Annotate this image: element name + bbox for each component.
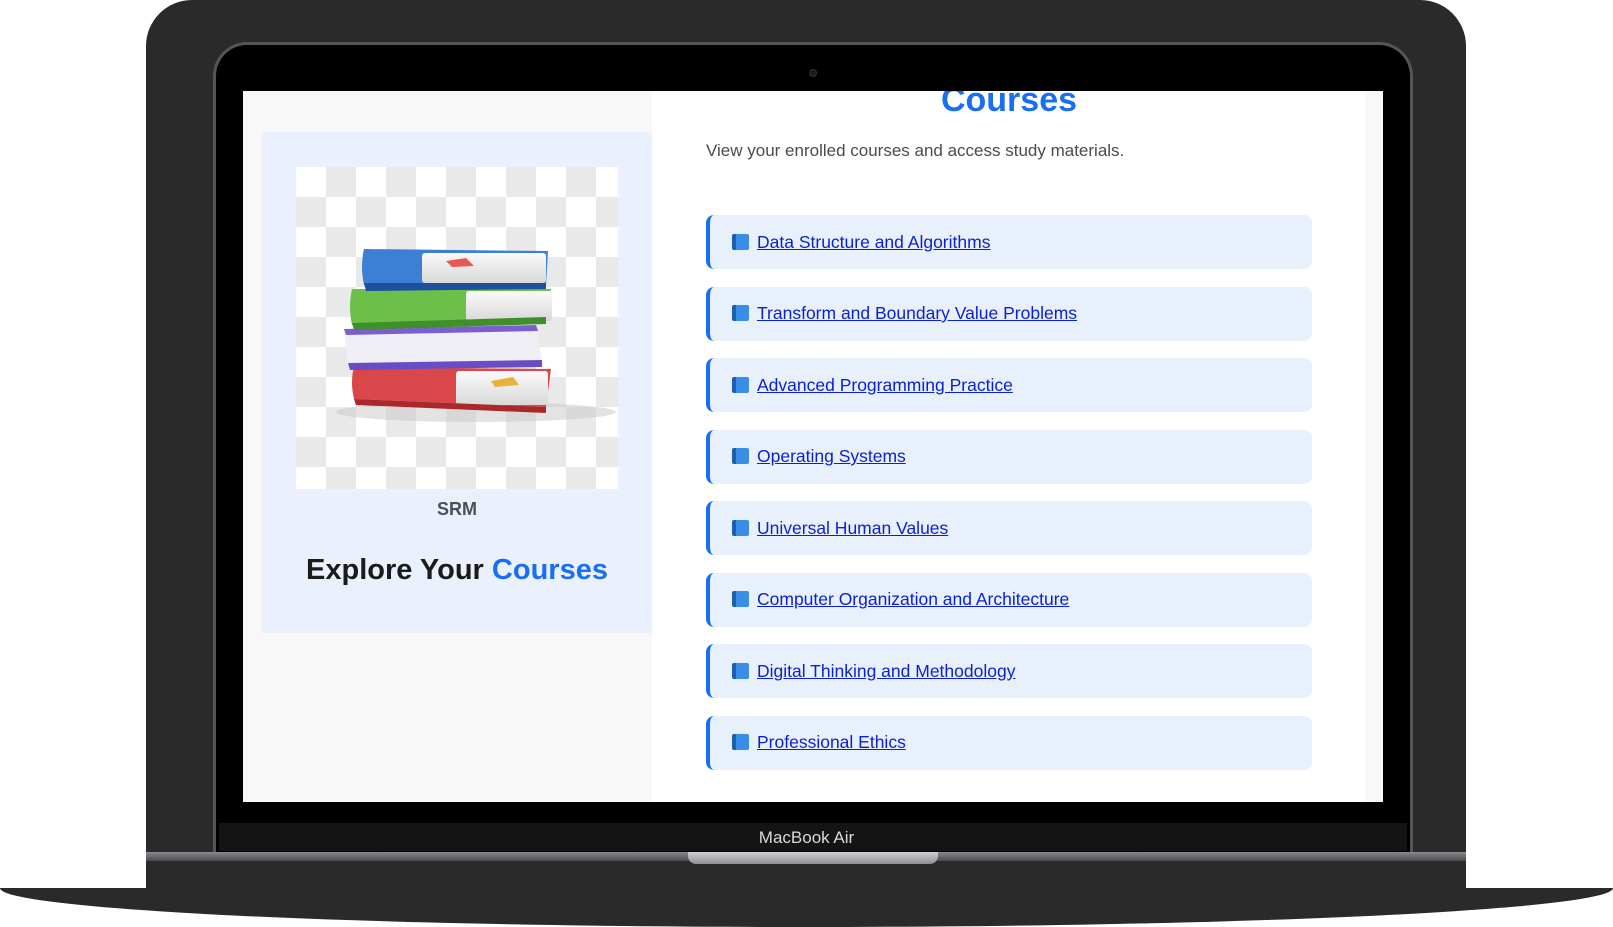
- logo-caption: SRM: [437, 499, 477, 519]
- sidebar-card: SRM Explore Your Courses: [261, 132, 653, 633]
- scroll-gutter: [1365, 91, 1383, 802]
- course-item: Advanced Programming Practice: [706, 358, 1312, 412]
- book-icon: [732, 591, 749, 607]
- book-icon: [732, 448, 749, 464]
- laptop-mockup: SRM Explore Your Courses Courses View yo…: [0, 0, 1613, 927]
- camera-icon: [809, 69, 817, 77]
- explore-prefix: Explore Your: [306, 554, 484, 586]
- course-item: Universal Human Values: [706, 501, 1312, 555]
- course-link[interactable]: Data Structure and Algorithms: [732, 232, 990, 253]
- book-icon: [732, 305, 749, 321]
- course-item: Operating Systems: [706, 429, 1312, 484]
- book-icon: [732, 662, 749, 679]
- laptop-base: [0, 888, 1613, 927]
- course-item: Computer Organization and Architecture: [706, 572, 1312, 627]
- book-icon: [732, 233, 749, 250]
- course-link[interactable]: Computer Organization and Architecture: [732, 589, 1069, 610]
- explore-title: Explore Your Courses: [261, 554, 653, 587]
- course-item: Transform and Boundary Value Problems: [706, 286, 1312, 341]
- course-link[interactable]: Operating Systems: [732, 446, 906, 467]
- device-brand-label: MacBook Air: [758, 828, 855, 847]
- book-icon: [732, 376, 749, 393]
- book-icon: [732, 734, 749, 750]
- course-link[interactable]: Digital Thinking and Methodology: [732, 661, 1015, 682]
- course-list: Data Structure and Algorithms Transform …: [706, 215, 1312, 787]
- course-item: Digital Thinking and Methodology: [706, 644, 1312, 698]
- course-link[interactable]: Professional Ethics: [732, 732, 906, 753]
- app-screen: SRM Explore Your Courses Courses View yo…: [243, 91, 1383, 802]
- explore-accent: Courses: [491, 554, 608, 586]
- course-link[interactable]: Advanced Programming Practice: [732, 375, 1013, 396]
- course-link[interactable]: Transform and Boundary Value Problems: [732, 303, 1077, 324]
- main-content: Courses View your enrolled courses and a…: [652, 91, 1383, 802]
- book-icon: [732, 519, 749, 536]
- course-item: Data Structure and Algorithms: [706, 215, 1312, 269]
- books-stack-icon: [296, 167, 618, 489]
- course-item: Professional Ethics: [706, 715, 1312, 770]
- course-link[interactable]: Universal Human Values: [732, 518, 948, 539]
- sidebar: SRM Explore Your Courses: [243, 91, 653, 802]
- page-title: Courses: [940, 91, 1078, 119]
- page-subtitle: View your enrolled courses and access st…: [706, 141, 1125, 160]
- laptop-notch: [688, 852, 938, 864]
